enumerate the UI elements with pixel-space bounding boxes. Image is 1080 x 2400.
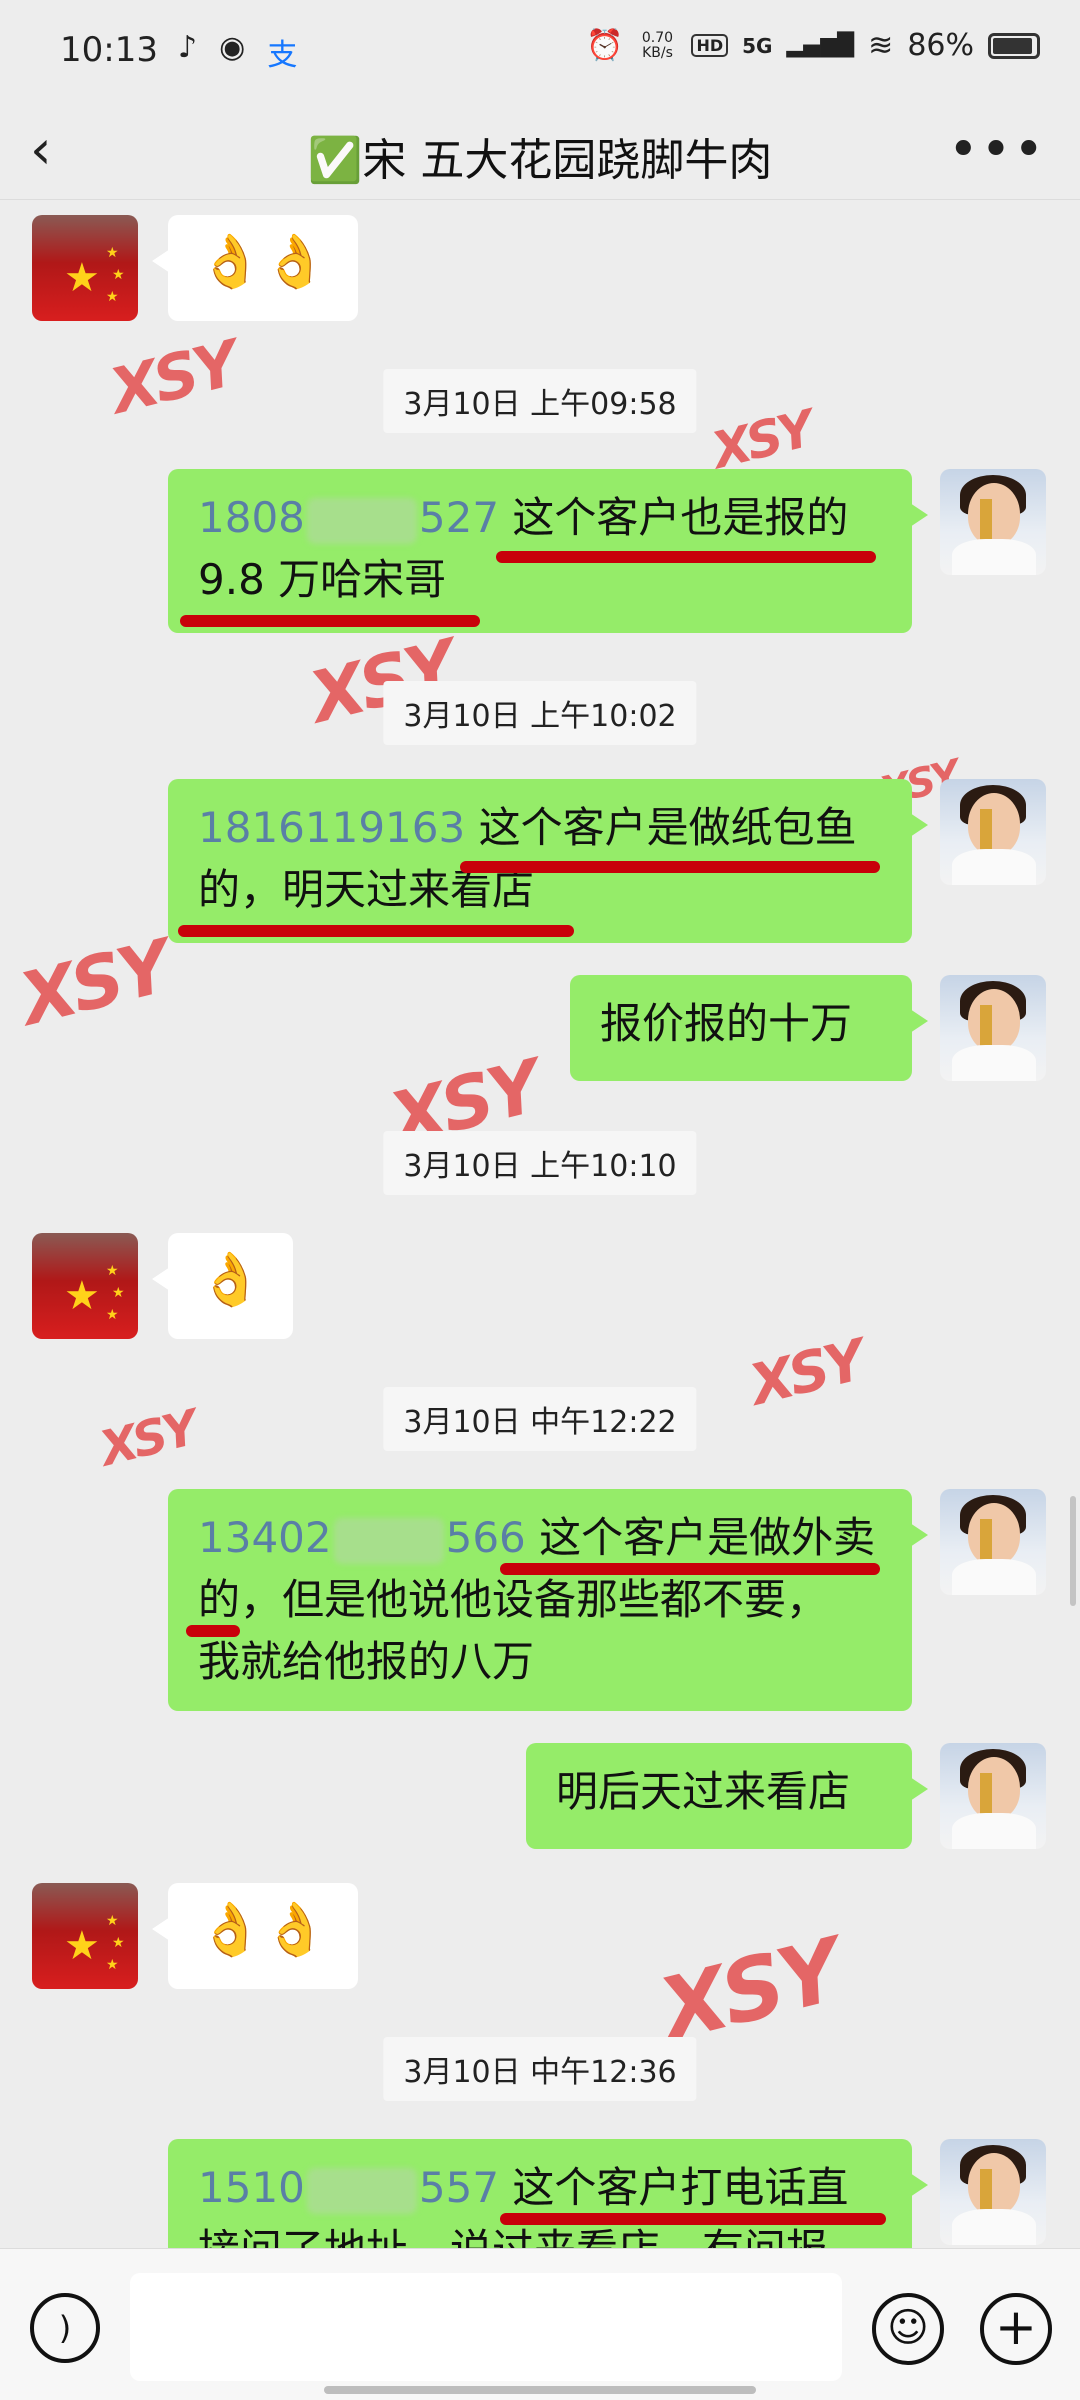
timestamp: 3月10日 中午12:36 [383, 2037, 697, 2101]
ok-hand-icon: 👌👌 [198, 232, 328, 292]
my-avatar[interactable] [940, 1743, 1046, 1849]
message-bubble-sent[interactable]: 1510557 这个客户打电话直 接问了地址，说过来看店，有问报 [168, 2139, 928, 2248]
emoji-button[interactable]: ☺ [872, 2293, 944, 2365]
status-bar: 10:13 ♪ ◉ 支 ⏰ 0.70 KB/s HD 5G ▂▄▆█ ≋ 86% [0, 0, 1080, 100]
watermark-logo: XSY [103, 326, 243, 429]
voice-button[interactable]: ) [30, 2293, 100, 2363]
message-bubble-received[interactable]: 👌 [152, 1233, 293, 1339]
scrollbar[interactable] [1070, 1496, 1076, 1606]
redacted-blur [333, 1517, 444, 1564]
net-speed: 0.70 KB/s [641, 29, 674, 61]
signal-5g-icon: 5G [742, 33, 773, 58]
message-bubble-sent[interactable]: 报价报的十万 [570, 975, 928, 1081]
alarm-icon: ⏰ [586, 28, 624, 63]
message-bubble-sent[interactable]: 明后天过来看店 [526, 1743, 928, 1849]
timestamp: 3月10日 上午09:58 [383, 369, 697, 433]
more-dots-icon: ••• [947, 120, 1046, 180]
chat-title: ✅宋 五大花园跷脚牛肉 [307, 135, 773, 186]
chat-area[interactable]: XSY XSY XSY XSY XSY XSY XSY XSY XSY ★ ★ ★ ★… [0, 201, 1080, 2248]
status-right-icons: ⏰ 0.70 KB/s HD 5G ▂▄▆█ ≋ 86% [586, 28, 1040, 63]
watermark-logo: XSY [12, 924, 176, 1042]
red-underline [460, 861, 880, 873]
red-underline [500, 1563, 880, 1575]
message-bubble-sent[interactable]: 13402 566 这个客户是做外卖 的，但是他说他设备那些都不要， 我就给他报的… [168, 1489, 928, 1711]
ok-hand-icon: 👌 [198, 1250, 263, 1310]
timestamp: 3月10日 上午10:10 [383, 1131, 697, 1195]
battery-icon [988, 32, 1040, 59]
my-avatar[interactable] [940, 975, 1046, 1081]
watermark-logo: XSY [743, 1328, 869, 1419]
my-avatar[interactable] [940, 779, 1046, 885]
timestamp: 3月10日 上午10:02 [383, 681, 697, 745]
red-underline [186, 1625, 240, 1637]
more-actions-button[interactable]: + [980, 2293, 1052, 2365]
tiktok-icon: ♪ [178, 30, 198, 65]
compass-icon: ◉ [219, 30, 246, 65]
input-bar: ) ☺ + [0, 2248, 1080, 2400]
my-avatar[interactable] [940, 1489, 1046, 1595]
contact-avatar[interactable]: ★ ★ ★ ★ [32, 1883, 138, 1989]
watermark-logo: XSY [94, 1400, 200, 1478]
red-underline [500, 2213, 886, 2225]
hd-icon: HD [691, 34, 729, 57]
redacted-blur [306, 2167, 417, 2214]
voice-icon: ) [58, 2309, 72, 2347]
battery-percent: 86% [907, 28, 974, 63]
wifi-icon: ≋ [868, 28, 894, 63]
status-left-icons: ♪ ◉ 支 [178, 30, 297, 74]
message-input[interactable] [130, 2273, 842, 2381]
signal-bars-icon: ▂▄▆█ [786, 33, 855, 58]
message-bubble-received[interactable]: 👌👌 [152, 215, 358, 321]
emoji-icon: ☺ [887, 2305, 929, 2351]
my-avatar[interactable] [940, 2139, 1046, 2245]
contact-avatar[interactable]: ★ ★ ★ ★ [32, 215, 138, 321]
red-underline [178, 925, 574, 937]
alipay-icon: 支 [267, 38, 298, 73]
timestamp: 3月10日 中午12:22 [383, 1387, 697, 1451]
status-time: 10:13 [60, 30, 158, 70]
red-underline [496, 551, 876, 563]
ok-hand-icon: 👌👌 [198, 1900, 328, 1960]
contact-avatar[interactable]: ★ ★ ★ ★ [32, 1233, 138, 1339]
my-avatar[interactable] [940, 469, 1046, 575]
home-indicator[interactable] [324, 2386, 756, 2394]
chat-header: ‹ ✅宋 五大花园跷脚牛肉 ••• [0, 100, 1080, 200]
more-button[interactable]: ••• [948, 120, 1046, 180]
plus-icon: + [995, 2298, 1037, 2356]
message-bubble-received[interactable]: 👌👌 [152, 1883, 358, 1989]
red-underline [180, 615, 480, 627]
redacted-blur [306, 497, 417, 544]
